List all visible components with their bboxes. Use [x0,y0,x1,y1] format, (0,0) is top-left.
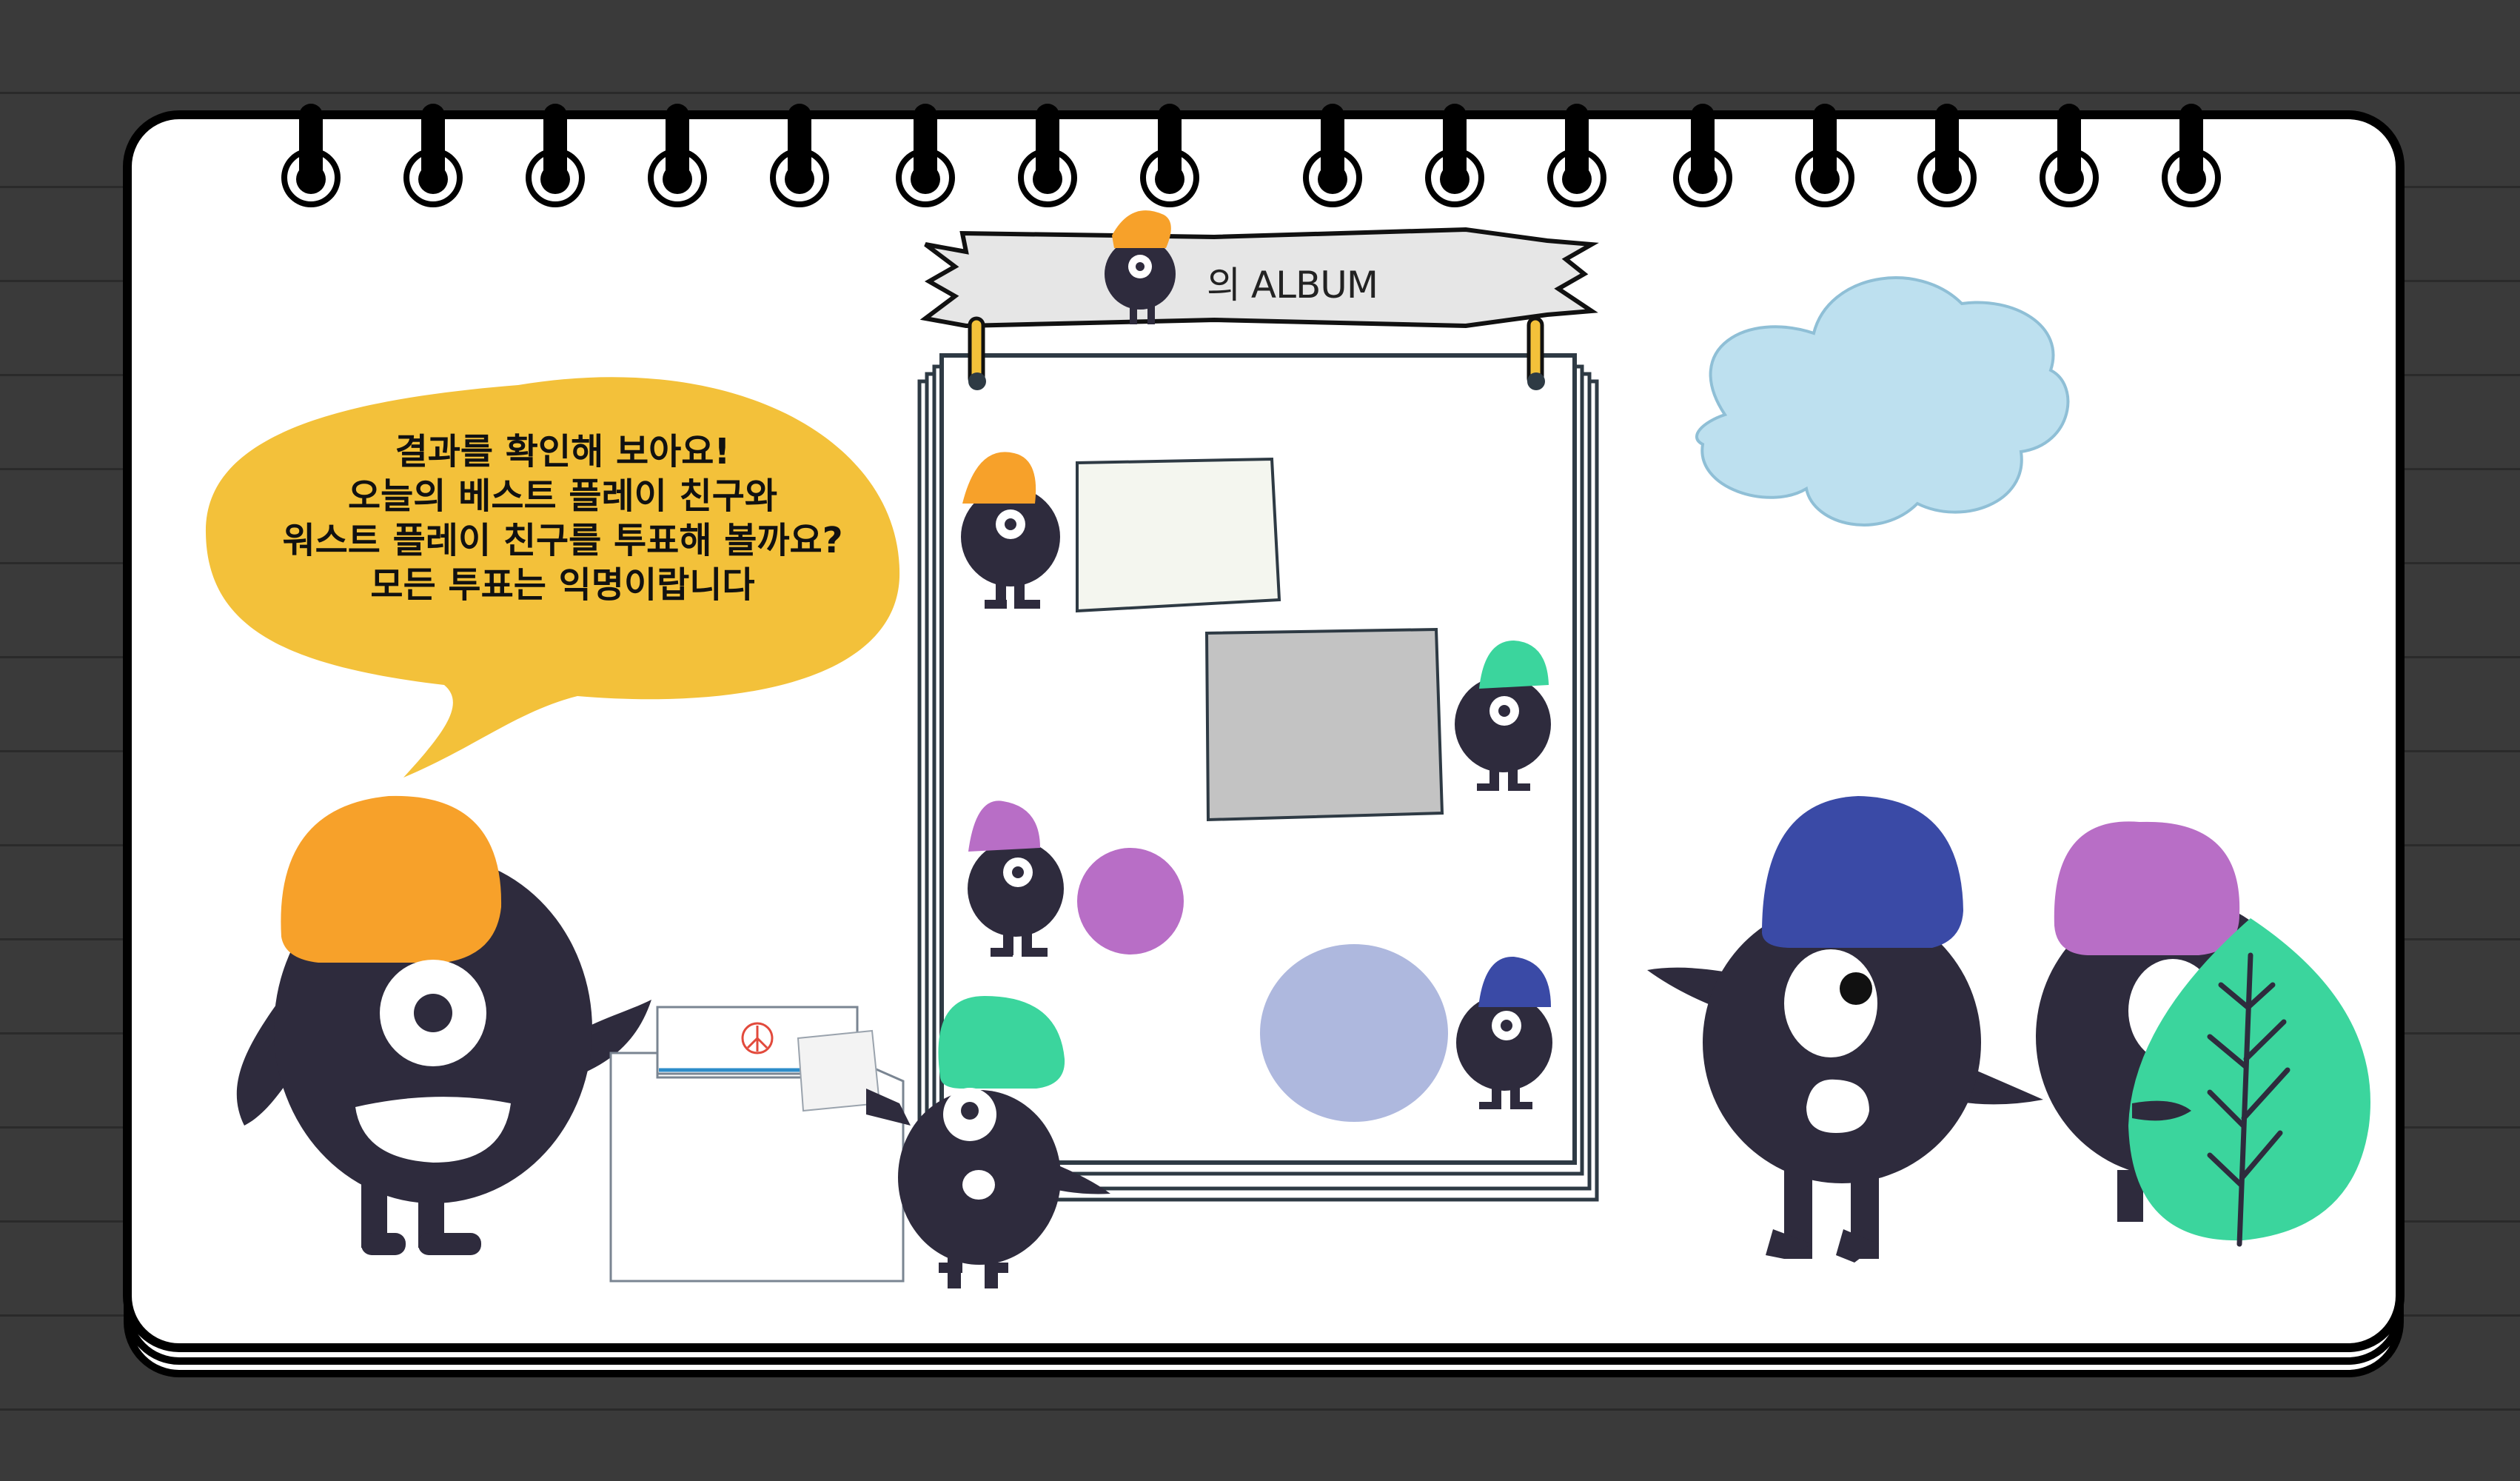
speech-line: 오늘의 베스트 플레이 친구와 [347,475,778,517]
photo-frame-1 [1076,457,1281,613]
speech-bubble-text: 결과를 확인해 보아요! 오늘의 베스트 플레이 친구와 워스트 플레이 친구를… [215,429,911,607]
speech-line: 워스트 플레이 친구를 투표해 볼까요? [282,520,843,561]
notebook-scene [123,104,2405,1377]
speech-line: 결과를 확인해 보아요! [395,431,731,472]
purple-circle-photo [1077,848,1184,955]
photo-frame-2 [1204,627,1444,822]
album-title: 의 ALBUM [1207,264,1378,307]
speech-line: 모든 투표는 익명이랍니다 [370,564,755,606]
lavender-circle-photo [1260,944,1448,1122]
